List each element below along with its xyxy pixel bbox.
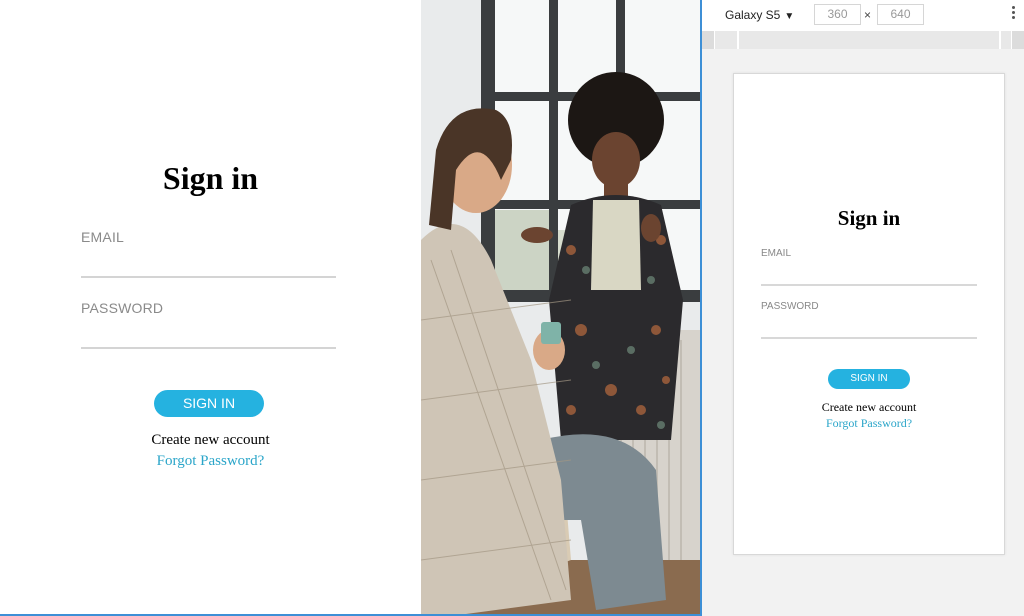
create-account-link[interactable]: Create new account	[0, 432, 421, 449]
ruler-segment[interactable]	[1000, 31, 1012, 49]
mobile-password-label: PASSWORD	[761, 301, 819, 312]
photo-illustration	[421, 0, 701, 616]
email-field[interactable]	[81, 276, 336, 278]
caret-down-icon: ▼	[784, 11, 795, 22]
device-name: Galaxy S5	[725, 8, 781, 22]
mobile-email-field[interactable]	[761, 284, 977, 286]
signin-button[interactable]: SIGN IN	[154, 390, 264, 417]
mobile-password-field[interactable]	[761, 337, 977, 339]
mobile-signin-button[interactable]: SIGN IN	[828, 369, 910, 389]
device-select[interactable]: Galaxy S5 ▼	[725, 8, 794, 22]
mobile-create-account-link[interactable]: Create new account	[734, 400, 1004, 415]
mobile-page-title: Sign in	[837, 206, 901, 230]
device-screen: Sign in EMAIL PASSWORD SIGN IN Create ne…	[733, 73, 1005, 555]
email-label: EMAIL	[81, 229, 125, 245]
height-input[interactable]: 640	[877, 4, 924, 25]
device-emulation-pane: Galaxy S5 ▼ 360 × 640 Sign in EMAIL PASSW…	[702, 0, 1024, 616]
device-toolbar: Galaxy S5 ▼ 360 × 640	[702, 0, 1024, 31]
mobile-forgot-password-link[interactable]: Forgot Password?	[734, 416, 1004, 431]
ruler-segment[interactable]	[714, 31, 738, 49]
people-meeting-photo	[421, 0, 701, 616]
width-input[interactable]: 360	[814, 4, 861, 25]
password-label: PASSWORD	[81, 300, 164, 316]
desktop-viewport: Sign in EMAIL PASSWORD SIGN IN Create ne…	[0, 0, 702, 616]
dimension-separator: ×	[864, 8, 872, 22]
mobile-email-label: EMAIL	[761, 248, 792, 259]
page-title: Sign in	[162, 160, 259, 196]
forgot-password-link[interactable]: Forgot Password?	[0, 453, 421, 470]
ruler-segment[interactable]	[738, 31, 1000, 49]
password-field[interactable]	[81, 347, 336, 349]
media-query-ruler[interactable]	[702, 31, 1024, 49]
kebab-menu-icon[interactable]	[1012, 6, 1016, 24]
signin-form-panel: Sign in EMAIL PASSWORD SIGN IN Create ne…	[0, 0, 421, 616]
